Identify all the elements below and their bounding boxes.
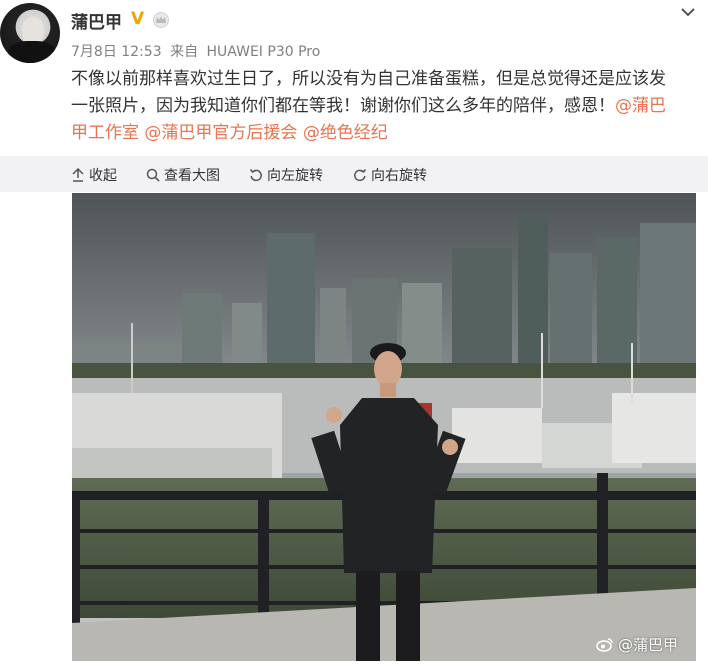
rotate-right-button[interactable]: 向右旋转 — [353, 165, 427, 185]
view-large-button[interactable]: 查看大图 — [146, 165, 220, 185]
arrow-up-icon — [72, 168, 84, 182]
search-icon — [146, 168, 160, 182]
post-text-line1: 不像以前那样喜欢过生日了，所以没有为自己准备蛋糕，但是总觉得还是应该发 — [71, 69, 666, 89]
weibo-icon — [596, 638, 613, 652]
rotate-left-icon — [249, 169, 262, 182]
rotate-left-label: 向左旋转 — [267, 168, 323, 184]
view-large-label: 查看大图 — [164, 168, 220, 184]
post-text: 不像以前那样喜欢过生日了，所以没有为自己准备蛋糕，但是总觉得还是应该发 一张照片… — [71, 66, 701, 147]
rotate-left-button[interactable]: 向左旋转 — [249, 165, 323, 185]
mention-studio-part2[interactable]: 甲工作室 — [71, 123, 139, 143]
photo-watermark: @蒲巴甲 — [596, 634, 678, 655]
collapse-button[interactable]: 收起 — [71, 165, 117, 185]
post-text-line2: 一张照片，因为我知道你们都在等我！谢谢你们这么多年的陪伴，感恩！ — [71, 96, 615, 116]
avatar[interactable] — [0, 3, 60, 63]
username[interactable]: 蒲巴甲 — [71, 8, 122, 33]
crown-icon — [153, 12, 169, 28]
photo-scene — [72, 193, 696, 661]
post-photo[interactable]: @蒲巴甲 — [72, 193, 696, 661]
rotate-right-icon — [354, 169, 367, 182]
media-toolbar: 收起 查看大图 向左旋转 向右旋转 — [0, 156, 708, 192]
mention-fanclub[interactable]: @蒲巴甲官方后援会 — [144, 123, 297, 143]
chevron-down-icon[interactable] — [678, 2, 698, 22]
mention-studio-part1[interactable]: @蒲巴 — [615, 96, 666, 116]
collapse-label: 收起 — [89, 168, 117, 184]
source-device[interactable]: HUAWEI P30 Pro — [207, 44, 321, 60]
post-meta: 7月8日 12:53 来自 HUAWEI P30 Pro — [71, 41, 324, 61]
watermark-text: @蒲巴甲 — [617, 636, 678, 654]
rotate-right-label: 向右旋转 — [371, 168, 427, 184]
source-prefix: 来自 — [170, 44, 199, 60]
avatar-body — [8, 41, 56, 63]
verified-badge: V — [131, 9, 145, 29]
post-date[interactable]: 7月8日 12:53 — [71, 44, 162, 60]
mention-agency[interactable]: @绝色经纪 — [303, 123, 388, 143]
